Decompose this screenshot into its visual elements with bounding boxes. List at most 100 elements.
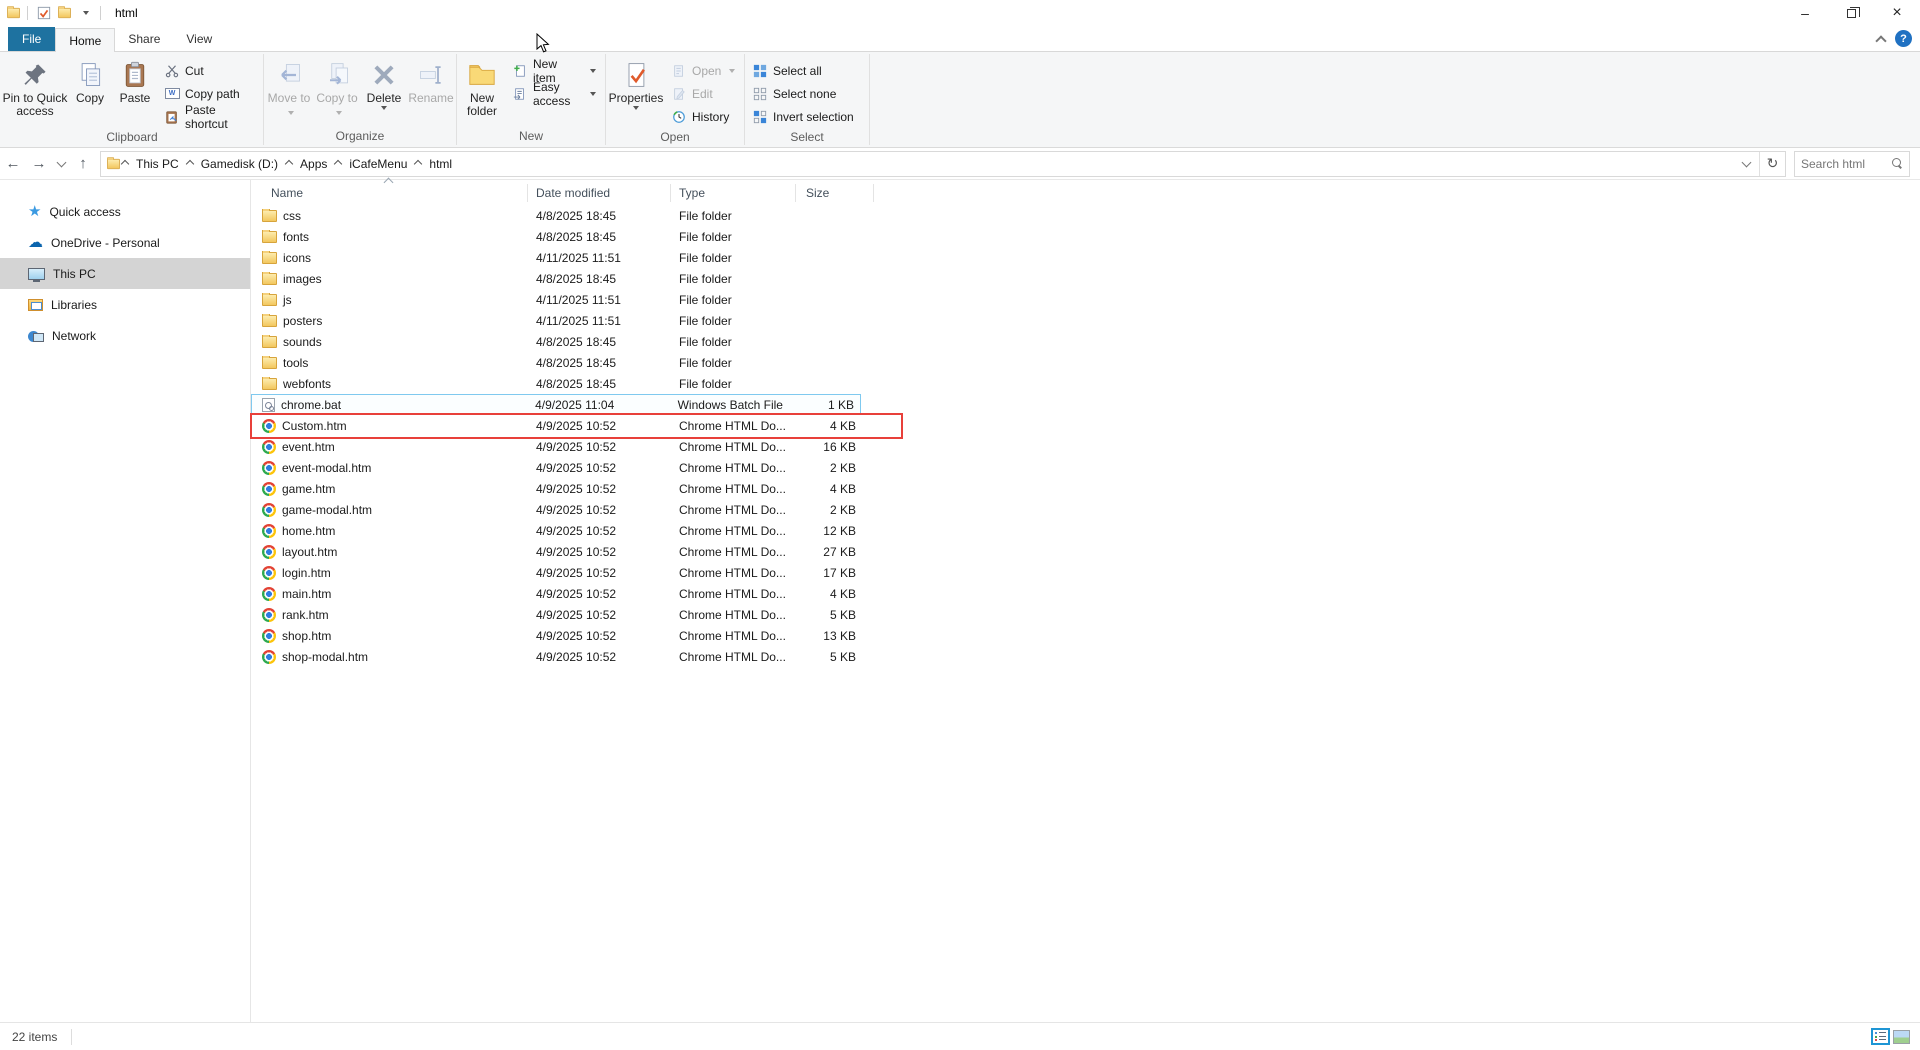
tab-home[interactable]: Home [55, 28, 115, 52]
file-size: 2 KB [796, 461, 862, 475]
file-row[interactable]: icons4/11/2025 11:51File folder [251, 247, 867, 268]
close-button[interactable]: × [1874, 0, 1920, 26]
file-type: Chrome HTML Do... [671, 650, 796, 664]
file-row[interactable]: js4/11/2025 11:51File folder [251, 289, 867, 310]
new-item-icon [512, 63, 528, 79]
breadcrumb-item[interactable]: Gamedisk (D:) [194, 157, 285, 171]
sidebar-item-libraries[interactable]: Libraries [0, 289, 250, 320]
thumbnails-view-button[interactable] [1893, 1030, 1910, 1044]
qat-customize-button[interactable] [74, 3, 94, 23]
history-button[interactable]: History [665, 105, 741, 128]
invert-selection-button[interactable]: Invert selection [746, 105, 866, 128]
address-box[interactable]: This PC Gamedisk (D:) Apps iCafeMenu html ↻ [100, 151, 1786, 177]
file-row[interactable]: posters4/11/2025 11:51File folder [251, 310, 867, 331]
up-button[interactable]: ↑ [70, 151, 96, 177]
back-button[interactable]: ← [0, 151, 26, 177]
file-size: 27 KB [796, 545, 862, 559]
search-icon[interactable] [1892, 158, 1903, 169]
select-none-icon [752, 86, 768, 102]
paste-button[interactable]: Paste [112, 56, 158, 105]
qat-properties-button[interactable] [34, 3, 54, 23]
copy-button[interactable]: Copy [68, 56, 112, 105]
properties-button[interactable]: Properties [607, 56, 665, 110]
file-name: Custom.htm [282, 419, 347, 433]
copy-to-button[interactable]: Copy to [313, 56, 361, 118]
open-button[interactable]: Open [665, 59, 741, 82]
breadcrumb-item[interactable]: iCafeMenu [342, 157, 414, 171]
minimize-icon: – [1801, 5, 1809, 21]
tab-file[interactable]: File [8, 27, 55, 51]
folder-icon [58, 8, 71, 18]
forward-button[interactable]: → [26, 151, 52, 177]
select-all-button[interactable]: Select all [746, 59, 866, 82]
address-dropdown-button[interactable] [1733, 162, 1759, 166]
file-row[interactable]: layout.htm4/9/2025 10:52Chrome HTML Do..… [251, 541, 867, 562]
recent-locations-button[interactable] [52, 151, 70, 177]
select-all-icon [752, 63, 768, 79]
rename-button[interactable]: Rename [407, 56, 455, 105]
qat-new-folder-button[interactable] [54, 3, 74, 23]
file-row[interactable]: css4/8/2025 18:45File folder [251, 205, 867, 226]
file-date-modified: 4/9/2025 10:52 [528, 545, 671, 559]
easy-access-button[interactable]: Easy access [506, 82, 602, 105]
sidebar-item-onedrive[interactable]: ☁ OneDrive - Personal [0, 227, 250, 258]
sidebar-item-network[interactable]: Network [0, 320, 250, 351]
move-to-button[interactable]: Move to [265, 56, 313, 118]
file-row[interactable]: login.htm4/9/2025 10:52Chrome HTML Do...… [251, 562, 867, 583]
file-row[interactable]: images4/8/2025 18:45File folder [251, 268, 867, 289]
delete-button[interactable]: Delete [361, 56, 407, 110]
file-size: 12 KB [796, 524, 862, 538]
file-size: 4 KB [796, 482, 862, 496]
column-header-date-modified[interactable]: Date modified [528, 184, 671, 202]
file-row[interactable]: home.htm4/9/2025 10:52Chrome HTML Do...1… [251, 520, 867, 541]
cut-button[interactable]: Cut [158, 59, 262, 82]
help-button[interactable]: ? [1895, 30, 1912, 47]
sidebar-item-quick-access[interactable]: ★ Quick access [0, 196, 250, 227]
file-name: event-modal.htm [282, 461, 371, 475]
minimize-button[interactable]: – [1782, 0, 1828, 26]
file-row[interactable]: fonts4/8/2025 18:45File folder [251, 226, 867, 247]
file-row[interactable]: webfonts4/8/2025 18:45File folder [251, 373, 867, 394]
tab-view[interactable]: View [173, 27, 225, 51]
file-type: Chrome HTML Do... [671, 503, 796, 517]
file-type: Chrome HTML Do... [671, 608, 796, 622]
folder-icon [262, 294, 277, 306]
file-row[interactable]: sounds4/8/2025 18:45File folder [251, 331, 867, 352]
file-row[interactable]: shop-modal.htm4/9/2025 10:52Chrome HTML … [251, 646, 867, 667]
file-row[interactable]: rank.htm4/9/2025 10:52Chrome HTML Do...5… [251, 604, 867, 625]
file-date-modified: 4/8/2025 18:45 [528, 377, 671, 391]
column-header-type[interactable]: Type [671, 184, 796, 202]
new-folder-button[interactable]: New folder [458, 56, 506, 118]
file-row[interactable]: Custom.htm4/9/2025 10:52Chrome HTML Do..… [251, 415, 867, 436]
ribbon-group-clipboard: Pin to Quick access Copy Paste [2, 52, 262, 147]
restore-button[interactable] [1828, 0, 1874, 26]
file-list-pane: Name Date modified Type Size css4/8/2025… [251, 180, 1920, 1022]
file-row[interactable]: game.htm4/9/2025 10:52Chrome HTML Do...4… [251, 478, 867, 499]
sidebar-item-this-pc[interactable]: This PC [0, 258, 250, 289]
file-row[interactable]: game-modal.htm4/9/2025 10:52Chrome HTML … [251, 499, 867, 520]
column-header-size[interactable]: Size [796, 184, 874, 202]
file-row[interactable]: chrome.bat4/9/2025 11:04Windows Batch Fi… [251, 394, 861, 415]
breadcrumb-item[interactable]: This PC [129, 157, 186, 171]
pin-to-quick-access-button[interactable]: Pin to Quick access [2, 56, 68, 118]
details-view-button[interactable] [1871, 1028, 1890, 1045]
file-row[interactable]: event.htm4/9/2025 10:52Chrome HTML Do...… [251, 436, 867, 457]
file-row[interactable]: main.htm4/9/2025 10:52Chrome HTML Do...4… [251, 583, 867, 604]
file-row[interactable]: event-modal.htm4/9/2025 10:52Chrome HTML… [251, 457, 867, 478]
tab-share[interactable]: Share [115, 27, 173, 51]
edit-button[interactable]: Edit [665, 82, 741, 105]
select-none-button[interactable]: Select none [746, 82, 866, 105]
collapse-ribbon-icon[interactable] [1875, 35, 1886, 46]
breadcrumb-item[interactable]: Apps [293, 157, 334, 171]
divider [71, 1029, 72, 1045]
paste-shortcut-button[interactable]: Paste shortcut [158, 105, 262, 128]
restore-icon [1847, 9, 1856, 18]
history-icon [671, 109, 687, 125]
breadcrumb-item[interactable]: html [422, 157, 459, 171]
details-view-icon [1875, 1032, 1886, 1041]
file-row[interactable]: shop.htm4/9/2025 10:52Chrome HTML Do...1… [251, 625, 867, 646]
file-type: File folder [671, 251, 796, 265]
search-input[interactable] [1801, 157, 1892, 171]
file-row[interactable]: tools4/8/2025 18:45File folder [251, 352, 867, 373]
refresh-button[interactable]: ↻ [1759, 152, 1785, 176]
